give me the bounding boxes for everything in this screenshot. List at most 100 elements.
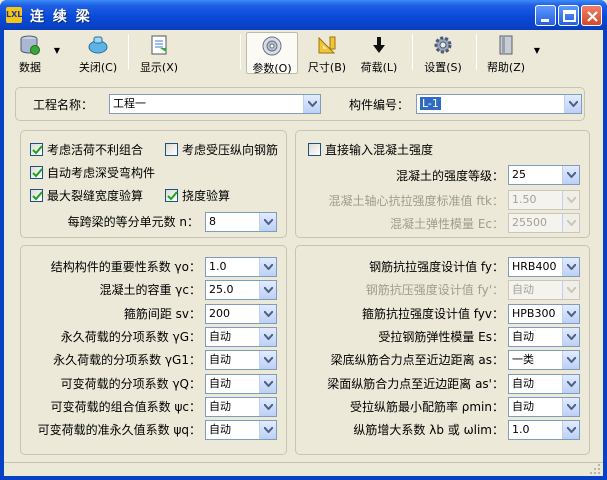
- chevron-down-icon[interactable]: [562, 374, 579, 393]
- ftk-value: 1.50: [512, 193, 537, 206]
- left-params-select[interactable]: 自动: [205, 420, 277, 441]
- left-params-select[interactable]: 自动: [205, 326, 277, 347]
- rebar-params-panel: 钢筋抗拉强度设计值 fy： HRB400 钢筋抗压强度设计值 fy'： 自动 箍筋抗拉强…: [295, 245, 590, 455]
- left-params-label: 混凝土的容重 γc：: [99, 283, 201, 298]
- chevron-down-icon[interactable]: [562, 421, 579, 440]
- direct-input-checkbox[interactable]: [308, 143, 321, 156]
- left-params-label: 可变荷载的组合值系数 ψc：: [50, 399, 201, 414]
- left-params-select[interactable]: 1.0: [205, 257, 277, 277]
- right-params-select[interactable]: 一类: [508, 350, 580, 371]
- tool-size[interactable]: 尺寸(B): [304, 32, 350, 74]
- window-border-left[interactable]: [0, 30, 4, 480]
- window-border-right[interactable]: [603, 30, 607, 480]
- chevron-down-icon[interactable]: [259, 397, 276, 416]
- chevron-down-icon[interactable]: [259, 258, 276, 276]
- right-params-select: 自动: [508, 280, 580, 301]
- window-border-bottom[interactable]: [0, 476, 607, 480]
- gear-icon: [434, 36, 452, 54]
- chevron-down-icon[interactable]: [259, 327, 276, 346]
- chevron-down-icon[interactable]: [259, 374, 276, 393]
- title-bar[interactable]: LXL 连 续 梁: [0, 0, 607, 30]
- member-number-select[interactable]: L-1: [416, 94, 582, 114]
- tool-settings[interactable]: 设置(S): [418, 32, 468, 74]
- tool-close[interactable]: 关闭(C): [74, 32, 122, 74]
- right-params-select[interactable]: 1.0: [508, 420, 580, 441]
- chevron-down-icon[interactable]: [259, 304, 276, 323]
- right-params-select[interactable]: HRB400: [508, 257, 580, 277]
- left-params-value: 200: [209, 306, 230, 320]
- chevron-down-icon[interactable]: [259, 213, 276, 231]
- close-window-button[interactable]: [581, 5, 602, 26]
- chevron-down-icon[interactable]: [259, 351, 276, 370]
- left-params-select[interactable]: 自动: [205, 350, 277, 371]
- right-params-label: 梁底纵筋合力点至近边距离 as：: [330, 353, 504, 368]
- tool-help[interactable]: 帮助(Z) ▼: [482, 32, 540, 74]
- maximize-button[interactable]: [558, 5, 579, 26]
- chevron-down-icon[interactable]: [564, 95, 581, 113]
- left-params-value: 自动: [209, 353, 231, 367]
- concrete-panel: 直接输入混凝土强度 混凝土的强度等级： 25 混凝土轴心抗拉强度标准值 ftk：…: [295, 130, 590, 238]
- chevron-down-icon[interactable]: [259, 421, 276, 440]
- chevron-down-icon[interactable]: [303, 95, 320, 113]
- tool-data[interactable]: 数据 ▼: [10, 32, 60, 74]
- left-params-select[interactable]: 自动: [205, 396, 277, 417]
- crack-width-checkbox[interactable]: [30, 189, 43, 202]
- tool-load-label: 荷载(L): [360, 61, 398, 74]
- display-icon: [151, 35, 167, 55]
- tool-display[interactable]: 显示(X): [136, 32, 182, 74]
- left-params-select[interactable]: 200: [205, 303, 277, 324]
- tool-size-label: 尺寸(B): [307, 61, 347, 74]
- right-params-select[interactable]: 自动: [508, 373, 580, 394]
- project-name-select[interactable]: 工程一: [109, 94, 321, 114]
- chevron-down-icon[interactable]: [562, 304, 579, 323]
- live-load-label: 考虑活荷不利组合: [47, 143, 144, 157]
- chevron-down-icon[interactable]: [562, 166, 579, 184]
- left-params-label: 可变荷载的分项系数 γQ：: [60, 376, 201, 391]
- right-params-select[interactable]: HPB300: [508, 303, 580, 324]
- right-params-label: 箍筋抗拉强度设计值 fyv：: [361, 306, 504, 321]
- chevron-down-icon[interactable]: [562, 351, 579, 370]
- units-select[interactable]: 8: [205, 212, 277, 232]
- chevron-down-icon[interactable]: [562, 258, 579, 276]
- crack-width-label: 最大裂缝宽度验算: [47, 189, 144, 203]
- concrete-grade-select[interactable]: 25: [508, 165, 580, 185]
- chevron-down-icon[interactable]: [562, 397, 579, 416]
- minimize-button[interactable]: [535, 5, 556, 26]
- params-disc-icon: [262, 36, 282, 56]
- right-params-label: 受拉钢筋弹性模量 Es：: [378, 329, 504, 344]
- compression-rebar-checkbox[interactable]: [165, 143, 178, 156]
- right-params-select[interactable]: 自动: [508, 326, 580, 347]
- concrete-grade-label: 混凝土的强度等级：: [395, 169, 504, 183]
- chevron-down-icon[interactable]: [259, 281, 276, 300]
- right-params-select[interactable]: 自动: [508, 396, 580, 417]
- left-params-select[interactable]: 25.0: [205, 280, 277, 301]
- left-params-value: 1.0: [209, 260, 227, 273]
- left-params-value: 自动: [209, 399, 231, 413]
- project-name-value: 工程一: [113, 97, 146, 110]
- chevron-down-icon: [562, 214, 579, 232]
- live-load-checkbox[interactable]: [30, 143, 43, 156]
- tool-params[interactable]: 参数(O): [246, 32, 298, 75]
- deep-beam-checkbox[interactable]: [30, 166, 43, 179]
- chevron-down-icon: [562, 191, 579, 209]
- status-bar: [4, 462, 603, 476]
- structural-params-panel: 结构构件的重要性系数 γo： 1.0 混凝土的容重 γc： 25.0 箍筋间距 sv： 2…: [20, 245, 287, 455]
- right-params-label: 梁面纵筋合力点至近边距离 as'：: [327, 376, 504, 391]
- resize-grip-icon[interactable]: [589, 463, 601, 475]
- close-project-icon: [88, 36, 108, 54]
- right-params-value: 自动: [512, 283, 534, 297]
- left-params-label: 箍筋间距 sv：: [123, 306, 201, 321]
- right-params-value: HRB400: [512, 260, 557, 273]
- database-icon: [20, 35, 40, 55]
- deflection-label: 挠度验算: [182, 189, 231, 203]
- left-params-select[interactable]: 自动: [205, 373, 277, 394]
- chevron-down-icon[interactable]: ▼: [534, 46, 540, 55]
- left-params-value: 自动: [209, 329, 231, 343]
- deflection-checkbox[interactable]: [165, 189, 178, 202]
- chevron-down-icon[interactable]: ▼: [54, 46, 60, 55]
- down-arrow-icon: [373, 37, 385, 53]
- tool-settings-label: 设置(S): [424, 61, 462, 74]
- chevron-down-icon[interactable]: [562, 327, 579, 346]
- header-panel: 工程名称： 工程一 构件编号： L-1: [15, 87, 585, 121]
- tool-load[interactable]: 荷载(L): [356, 32, 402, 74]
